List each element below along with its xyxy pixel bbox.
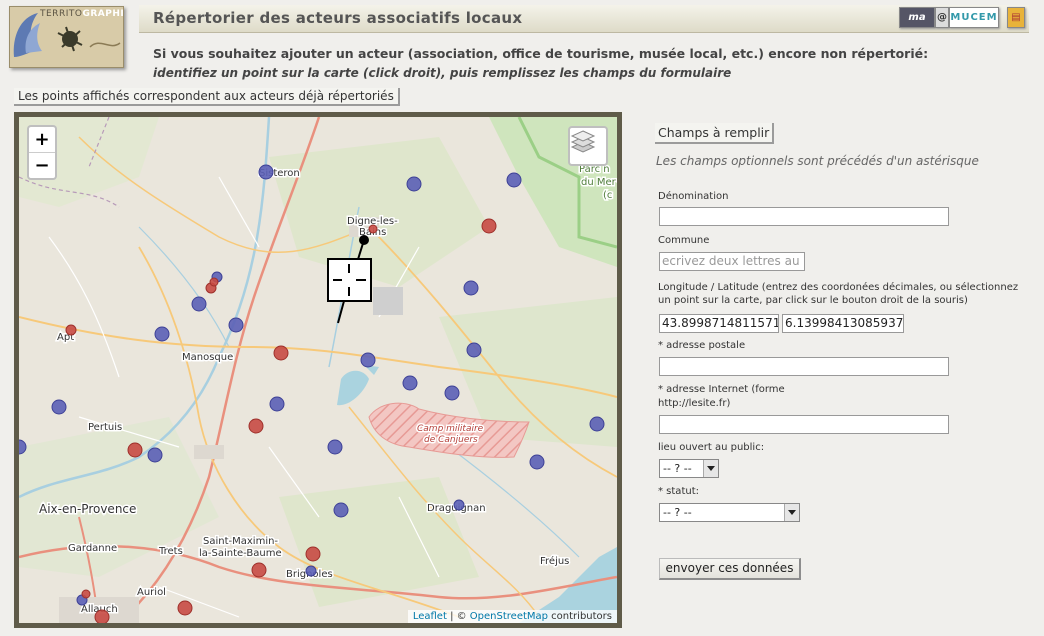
- statut-select[interactable]: -- ? --: [659, 503, 800, 522]
- chevron-down-icon: [784, 504, 799, 521]
- map-marker[interactable]: [360, 352, 376, 368]
- map-marker[interactable]: [466, 342, 482, 358]
- logo-text: TERRITOGRAPHIE: [40, 9, 124, 19]
- adresse-input[interactable]: [659, 357, 949, 376]
- zoom-out-button[interactable]: −: [29, 152, 55, 178]
- attribution-separator: | ©: [446, 611, 470, 622]
- coords-label-line1: Longitude / Latitude (entrez des coordon…: [658, 282, 1019, 293]
- map-marker[interactable]: [127, 442, 143, 458]
- territographie-logo: TERRITOGRAPHIE: [9, 6, 124, 68]
- coords-label-line2: un point sur la carte, par click sur le …: [658, 295, 968, 306]
- attribution-suffix: contributors: [548, 611, 612, 622]
- internet-input[interactable]: [659, 415, 949, 434]
- statut-select-value: -- ? --: [663, 506, 692, 519]
- place-label-saint-maximin-2: la-Sainte-Baume: [199, 548, 282, 559]
- map-marker[interactable]: [368, 224, 378, 234]
- map-marker[interactable]: [81, 589, 91, 599]
- map-marker[interactable]: [273, 345, 289, 361]
- mma-logo: ma: [899, 7, 935, 28]
- map-marker[interactable]: [154, 326, 170, 342]
- map-marker[interactable]: [402, 375, 418, 391]
- public-select-value: -- ? --: [663, 462, 692, 475]
- map-marker[interactable]: [209, 277, 219, 287]
- chevron-down-icon: [703, 460, 718, 477]
- leaflet-link[interactable]: Leaflet: [413, 611, 447, 622]
- denomination-input[interactable]: [659, 207, 949, 226]
- form-section-subtitle: Les champs optionnels sont précédés d'un…: [656, 154, 979, 168]
- map-marker[interactable]: [444, 385, 460, 401]
- map-marker[interactable]: [191, 296, 207, 312]
- place-label-aix: Aix-en-Provence: [39, 502, 136, 516]
- layers-button[interactable]: [568, 126, 608, 166]
- map-caption: Les points affichés correspondent aux ac…: [14, 88, 400, 106]
- map-marker[interactable]: [589, 416, 605, 432]
- zoom-control: + −: [27, 125, 57, 180]
- adresse-label: * adresse postale: [658, 340, 746, 351]
- map-marker[interactable]: [481, 218, 497, 234]
- map-marker[interactable]: [228, 317, 244, 333]
- osm-link[interactable]: OpenStreetMap: [470, 611, 548, 622]
- map-marker[interactable]: [94, 609, 110, 623]
- place-label-auriol: Auriol: [137, 587, 166, 598]
- intro-text: Si vous souhaitez ajouter un acteur (ass…: [153, 46, 929, 61]
- map-attribution: Leaflet | © OpenStreetMap contributors: [407, 610, 617, 623]
- map-marker[interactable]: [251, 562, 267, 578]
- place-label-camp: Camp militaire: [417, 424, 484, 434]
- map-marker[interactable]: [269, 396, 285, 412]
- longitude-input[interactable]: 6.139984130859376: [782, 314, 904, 333]
- place-label-manosque: Manosque: [182, 352, 233, 363]
- map-marker[interactable]: [65, 324, 77, 336]
- place-label-pertuis: Pertuis: [88, 422, 122, 433]
- map-marker[interactable]: [327, 439, 343, 455]
- place-label-saint-maximin: Saint-Maximin-: [203, 536, 278, 547]
- statut-label: * statut:: [658, 486, 699, 497]
- map-marker[interactable]: [305, 546, 321, 562]
- map-frame: Sisteron Digne-les- Bains Manosque Pertu…: [14, 112, 622, 628]
- globe-logo: @: [935, 7, 949, 28]
- page-title: Répertorier des acteurs associatifs loca…: [153, 9, 523, 27]
- map-marker[interactable]: [453, 499, 465, 511]
- form-section-title: Champs à remplir: [655, 123, 775, 144]
- mucem-logo: MUCEM: [949, 7, 999, 28]
- place-label-frejus: Fréjus: [540, 555, 569, 567]
- map-marker[interactable]: [506, 172, 522, 188]
- map-marker[interactable]: [177, 600, 193, 616]
- internet-label-line1: * adresse Internet (forme: [658, 384, 785, 395]
- commune-label: Commune: [658, 235, 710, 246]
- map-marker[interactable]: [333, 502, 349, 518]
- map-marker[interactable]: [258, 164, 274, 180]
- internet-label-line2: http://lesite.fr): [658, 398, 731, 409]
- place-label-parc-3: (c: [603, 190, 612, 201]
- title-bar: Répertorier des acteurs associatifs loca…: [139, 5, 1029, 33]
- submit-button[interactable]: envoyer ces données: [659, 558, 801, 580]
- place-label-trets: Trets: [158, 546, 183, 557]
- intro-instruction: identifiez un point sur la carte (click …: [153, 66, 732, 80]
- place-label-gardanne: Gardanne: [68, 543, 117, 554]
- map-marker[interactable]: [529, 454, 545, 470]
- layers-icon: [570, 130, 596, 153]
- map-marker[interactable]: [147, 447, 163, 463]
- place-label-parc-2: du Mer: [581, 177, 617, 188]
- partner-logos: ma @ MUCEM ▤: [899, 7, 1025, 28]
- map-marker[interactable]: [463, 280, 479, 296]
- public-select[interactable]: -- ? --: [659, 459, 719, 478]
- latitude-input[interactable]: 43.89987148115718: [659, 314, 779, 333]
- commune-input[interactable]: ecrivez deux lettres au m: [659, 252, 805, 271]
- leaflet-map[interactable]: Sisteron Digne-les- Bains Manosque Pertu…: [19, 117, 617, 623]
- map-marker[interactable]: [248, 418, 264, 434]
- region-flag-logo: ▤: [1007, 7, 1025, 28]
- map-tiles[interactable]: Sisteron Digne-les- Bains Manosque Pertu…: [19, 117, 617, 623]
- public-label: lieu ouvert au public:: [658, 442, 765, 453]
- map-marker[interactable]: [51, 399, 67, 415]
- map-marker[interactable]: [406, 176, 422, 192]
- denomination-label: Dénomination: [658, 191, 729, 202]
- zoom-in-button[interactable]: +: [29, 127, 55, 152]
- map-marker[interactable]: [305, 565, 317, 577]
- place-label-camp-2: de Canjuers: [424, 435, 478, 445]
